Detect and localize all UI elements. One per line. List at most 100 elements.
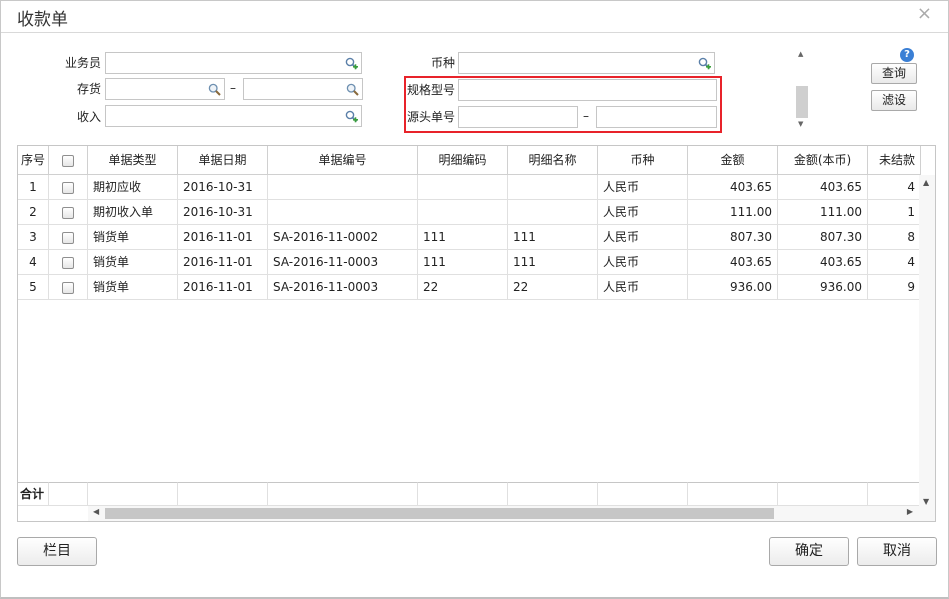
row-checkbox[interactable] <box>62 206 74 219</box>
doc-type: 期初应收 <box>88 175 178 200</box>
column-header[interactable]: 序号 <box>18 146 49 175</box>
ok-button[interactable]: 确定 <box>769 537 849 566</box>
cancel-button[interactable]: 取消 <box>857 537 937 566</box>
scroll-thumb[interactable] <box>796 86 808 118</box>
row-checkbox-cell[interactable] <box>49 200 88 225</box>
checkbox[interactable] <box>62 154 74 167</box>
income-input[interactable] <box>106 106 361 126</box>
total-cell <box>778 482 868 506</box>
inventory-to-field[interactable] <box>243 78 363 100</box>
currency: 人民币 <box>598 275 688 300</box>
total-cell <box>868 482 921 506</box>
row-checkbox[interactable] <box>62 231 74 244</box>
salesman-field[interactable] <box>105 52 362 74</box>
filter-settings-button[interactable]: 滤设 <box>871 90 917 111</box>
currency: 人民币 <box>598 200 688 225</box>
unpaid: 1 <box>868 200 921 225</box>
lookup-icon[interactable] <box>698 57 711 70</box>
select-all-checkbox[interactable] <box>49 146 88 175</box>
currency: 人民币 <box>598 250 688 275</box>
dialog-title: 收款单 <box>17 10 68 30</box>
column-header[interactable]: 明细编码 <box>418 146 508 175</box>
row-checkbox[interactable] <box>62 256 74 269</box>
doc-date: 2016-11-01 <box>178 225 268 250</box>
total-cell <box>688 482 778 506</box>
column-header[interactable]: 单据编号 <box>268 146 418 175</box>
amount: 403.65 <box>688 250 778 275</box>
doc-type: 销货单 <box>88 225 178 250</box>
row-checkbox[interactable] <box>62 281 74 294</box>
scroll-right-icon[interactable]: ▶ <box>907 507 913 516</box>
detail-code: 111 <box>418 250 508 275</box>
row-checkbox-cell[interactable] <box>49 225 88 250</box>
search-icon[interactable] <box>346 83 359 96</box>
column-header[interactable]: 金额 <box>688 146 778 175</box>
column-header[interactable]: 金额(本币) <box>778 146 868 175</box>
currency-field[interactable] <box>458 52 715 74</box>
receipt-dialog: 收款单 × 业务员 币种 存货 – 规格型号 收入 源头单号 – ▲ ▼ ? 查… <box>0 0 949 599</box>
lookup-icon[interactable] <box>345 57 358 70</box>
amount: 403.65 <box>688 175 778 200</box>
column-header[interactable]: 未结款 <box>868 146 921 175</box>
doc-type: 销货单 <box>88 275 178 300</box>
scroll-up-icon[interactable]: ▲ <box>923 178 929 187</box>
total-cell <box>268 482 418 506</box>
unpaid: 4 <box>868 250 921 275</box>
row-checkbox-cell[interactable] <box>49 275 88 300</box>
doc-date: 2016-11-01 <box>178 250 268 275</box>
filter-scrollbar[interactable]: ▲ ▼ <box>795 48 809 132</box>
currency: 人民币 <box>598 225 688 250</box>
row-seq: 4 <box>18 250 49 275</box>
column-header[interactable]: 单据日期 <box>178 146 268 175</box>
amount: 111.00 <box>688 200 778 225</box>
column-header[interactable]: 明细名称 <box>508 146 598 175</box>
range-dash: – <box>230 81 236 95</box>
grid-horizontal-scrollbar[interactable]: ◀ ▶ <box>88 506 935 521</box>
total-cell <box>49 482 88 506</box>
currency: 人民币 <box>598 175 688 200</box>
scroll-down-icon[interactable]: ▼ <box>798 120 803 128</box>
doc-no: SA-2016-11-0002 <box>268 225 418 250</box>
column-header[interactable]: 单据类型 <box>88 146 178 175</box>
row-checkbox-cell[interactable] <box>49 175 88 200</box>
row-seq: 3 <box>18 225 49 250</box>
help-icon[interactable]: ? <box>900 48 914 62</box>
data-grid: 序号 单据类型 单据日期 单据编号 明细编码 明细名称 币种 金额 金额(本币)… <box>17 145 936 522</box>
scroll-down-icon[interactable]: ▼ <box>923 497 929 506</box>
title-divider <box>1 32 948 33</box>
scroll-left-icon[interactable]: ◀ <box>93 507 99 516</box>
column-header[interactable]: 币种 <box>598 146 688 175</box>
lookup-icon[interactable] <box>345 110 358 123</box>
inventory-from-field[interactable] <box>105 78 225 100</box>
search-icon[interactable] <box>208 83 221 96</box>
detail-name <box>508 175 598 200</box>
income-field[interactable] <box>105 105 362 127</box>
inventory-to-input[interactable] <box>244 79 362 99</box>
inventory-from-input[interactable] <box>106 79 224 99</box>
detail-name: 111 <box>508 250 598 275</box>
detail-code <box>418 175 508 200</box>
grid-vertical-scrollbar[interactable]: ▲ ▼ <box>919 175 935 508</box>
doc-type: 销货单 <box>88 250 178 275</box>
detail-name: 111 <box>508 225 598 250</box>
inventory-label: 存货 <box>76 82 101 96</box>
currency-input[interactable] <box>459 53 714 73</box>
unpaid: 8 <box>868 225 921 250</box>
salesman-input[interactable] <box>106 53 361 73</box>
close-icon[interactable]: × <box>917 3 932 24</box>
scroll-up-icon[interactable]: ▲ <box>798 50 803 58</box>
doc-no <box>268 175 418 200</box>
doc-no <box>268 200 418 225</box>
doc-date: 2016-11-01 <box>178 275 268 300</box>
columns-button[interactable]: 栏目 <box>17 537 97 566</box>
amount-local: 936.00 <box>778 275 868 300</box>
row-checkbox-cell[interactable] <box>49 250 88 275</box>
query-button[interactable]: 查询 <box>871 63 917 84</box>
amount-local: 807.30 <box>778 225 868 250</box>
row-checkbox[interactable] <box>62 181 74 194</box>
row-seq: 5 <box>18 275 49 300</box>
detail-code: 111 <box>418 225 508 250</box>
detail-code: 22 <box>418 275 508 300</box>
unpaid: 4 <box>868 175 921 200</box>
scroll-thumb[interactable] <box>105 508 774 519</box>
